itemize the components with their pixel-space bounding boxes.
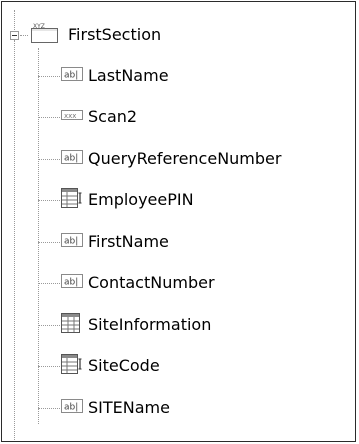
tree-node-label: SiteCode <box>88 356 160 375</box>
tree-guide-line <box>38 366 60 367</box>
tree-guide-line <box>20 35 28 36</box>
tree-node-label: SITEName <box>88 398 170 417</box>
textfield-icon: ab| <box>61 273 83 293</box>
tree-guide-line <box>38 159 60 160</box>
tree-guide-line <box>38 48 39 424</box>
tree-guide-line <box>38 117 60 118</box>
table-field-icon <box>61 188 83 212</box>
textfield-icon: ab| <box>61 149 83 169</box>
tree-guide-line <box>38 76 60 77</box>
textfield-glyph: ab| <box>64 278 78 288</box>
tree-panel: XYZ FirstSection ab| LastName xxx Scan2 … <box>1 1 356 442</box>
textfield-icon: ab| <box>61 232 83 252</box>
collapse-toggle[interactable] <box>10 31 19 40</box>
tree-guide-line <box>38 242 60 243</box>
tree-node-label: Scan2 <box>88 107 138 126</box>
barcode-icon: xxx <box>61 107 83 127</box>
tree-node-label: EmployeePIN <box>88 190 194 209</box>
tree-node-label: QueryReferenceNumber <box>88 149 282 168</box>
tree-node-employeepin[interactable]: EmployeePIN <box>61 188 194 212</box>
tree-node-scan2[interactable]: xxx Scan2 <box>61 106 137 128</box>
textfield-glyph: ab| <box>64 403 78 413</box>
tree-node-label: LastName <box>88 66 169 85</box>
section-xyz-icon: XYZ <box>29 22 63 48</box>
tree-node-firstsection[interactable]: XYZ FirstSection <box>29 22 162 48</box>
table-block-icon <box>61 313 83 337</box>
textfield-icon: ab| <box>61 66 83 86</box>
tree-guide-line <box>38 408 60 409</box>
tree-guide-line <box>38 200 60 201</box>
tree-node-firstname[interactable]: ab| FirstName <box>61 231 169 253</box>
table-field-icon <box>61 354 83 378</box>
tree-node-label: SiteInformation <box>88 315 212 334</box>
tree-guide-line <box>38 325 60 326</box>
textfield-icon: ab| <box>61 398 83 418</box>
tree-guide-line <box>14 40 15 440</box>
tree-node-contactnumber[interactable]: ab| ContactNumber <box>61 272 215 294</box>
textfield-glyph: ab| <box>64 71 78 81</box>
tree-node-lastname[interactable]: ab| LastName <box>61 65 169 87</box>
tree-node-sitecode[interactable]: SiteCode <box>61 354 160 378</box>
tree-node-sitename[interactable]: ab| SITEName <box>61 397 170 419</box>
tree-node-label: ContactNumber <box>88 273 215 292</box>
section-badge: XYZ <box>33 23 45 30</box>
tree-node-label: FirstName <box>88 232 169 251</box>
tree-node-queryreferencenumber[interactable]: ab| QueryReferenceNumber <box>61 148 281 170</box>
tree-node-label: FirstSection <box>68 25 162 44</box>
textfield-glyph: ab| <box>64 154 78 164</box>
textfield-glyph: ab| <box>64 237 78 247</box>
field-tree: XYZ FirstSection ab| LastName xxx Scan2 … <box>2 2 355 441</box>
tree-guide-line <box>38 283 60 284</box>
barcode-glyph: xxx <box>64 112 76 120</box>
tree-node-siteinformation[interactable]: SiteInformation <box>61 313 212 337</box>
tree-guide-line <box>14 10 15 32</box>
